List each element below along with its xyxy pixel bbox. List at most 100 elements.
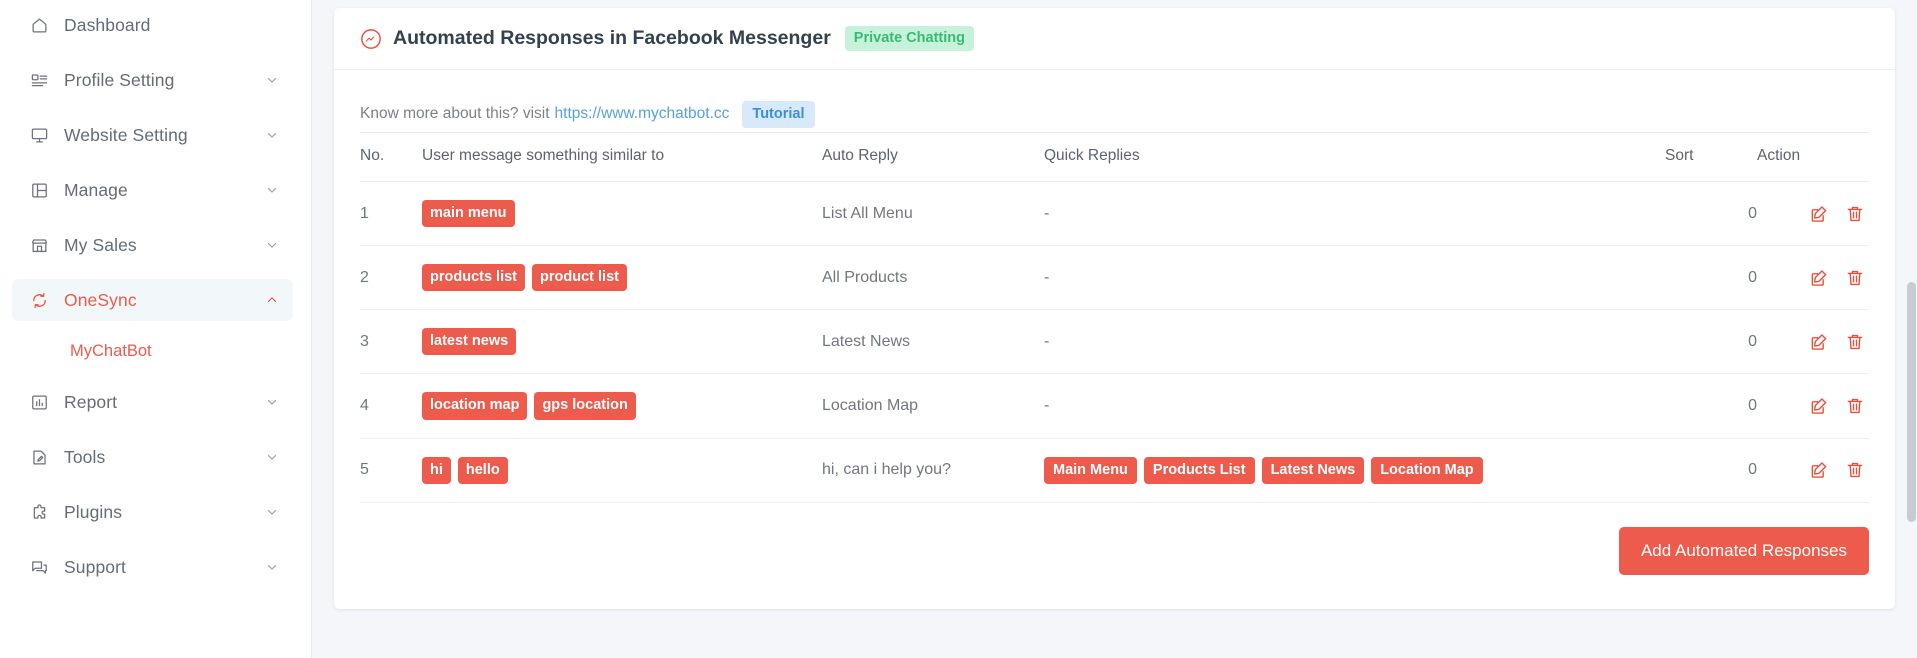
col-header-no: No.: [360, 132, 422, 182]
sidebar-item-label: Tools: [64, 446, 106, 467]
keyword-tag: latest news: [422, 328, 517, 356]
cell-keywords: main menu: [422, 181, 822, 247]
col-header-sort: Sort: [1665, 132, 1757, 182]
cell-keywords: location map gps location: [422, 373, 822, 439]
edit-icon[interactable]: [1809, 268, 1829, 288]
cell-action: [1757, 438, 1869, 503]
cell-quick-replies: -: [1044, 309, 1665, 375]
cell-auto-reply: Latest News: [822, 309, 1044, 375]
keyword-tag: hello: [457, 456, 508, 484]
trash-icon[interactable]: [1845, 332, 1865, 352]
trash-icon[interactable]: [1845, 396, 1865, 416]
sidebar-item-label: Dashboard: [64, 14, 151, 35]
cell-quick-replies: -: [1044, 181, 1665, 247]
chevron-down-icon[interactable]: [265, 560, 279, 574]
chat-icon: [28, 556, 50, 578]
sidebar-item-label: My Sales: [64, 234, 137, 255]
table-row: 1 main menu List All Menu - 0: [360, 181, 1869, 247]
table-wrapper: No. User message something similar to Au…: [334, 132, 1895, 503]
chevron-up-icon[interactable]: [265, 293, 279, 307]
keyword-tag: main menu: [422, 200, 515, 228]
sidebar-item-label: Plugins: [64, 501, 123, 522]
sidebar-item-onesync[interactable]: OneSync: [12, 279, 293, 321]
cell-no: 1: [360, 181, 422, 247]
automated-responses-card: Automated Responses in Facebook Messenge…: [334, 8, 1895, 609]
quick-replies-empty: -: [1044, 332, 1050, 350]
cell-action: [1757, 245, 1869, 311]
trash-icon[interactable]: [1845, 204, 1865, 224]
action-buttons: [1757, 396, 1869, 416]
quick-reply-tag: Main Menu: [1044, 456, 1137, 484]
sidebar-item-tools[interactable]: Tools: [12, 436, 293, 478]
chevron-down-icon[interactable]: [265, 238, 279, 252]
chevron-down-icon[interactable]: [265, 395, 279, 409]
quick-replies-empty: -: [1044, 204, 1050, 222]
tools-icon: [28, 446, 50, 468]
chevron-down-icon[interactable]: [265, 450, 279, 464]
sidebar-item-report[interactable]: Report: [12, 381, 293, 423]
cell-keywords: hi hello: [422, 438, 822, 503]
sidebar-item-plugins[interactable]: Plugins: [12, 491, 293, 533]
info-text: Know more about this? visit: [360, 105, 550, 122]
action-buttons: [1757, 204, 1869, 224]
sync-icon: [28, 289, 50, 311]
sidebar-item-label: Profile Setting: [64, 69, 175, 90]
cell-quick-replies: -: [1044, 373, 1665, 439]
sidebar-item-manage[interactable]: Manage: [12, 169, 293, 211]
col-header-quick-replies: Quick Replies: [1044, 132, 1665, 182]
trash-icon[interactable]: [1845, 460, 1865, 480]
table-row: 4 location map gps location Location Map -0: [360, 373, 1869, 439]
sidebar-item-label: Support: [64, 556, 126, 577]
sort-value: 0: [1748, 204, 1757, 222]
page-scrollbar-track[interactable]: [1906, 0, 1917, 658]
action-buttons: [1757, 460, 1869, 480]
cell-keywords: products list product list: [422, 245, 822, 311]
edit-icon[interactable]: [1809, 460, 1829, 480]
sidebar-item-support[interactable]: Support: [12, 546, 293, 588]
trash-icon[interactable]: [1845, 268, 1865, 288]
cell-sort: 0: [1665, 373, 1757, 439]
edit-icon[interactable]: [1809, 204, 1829, 224]
quick-reply-tag: Location Map: [1371, 456, 1483, 484]
chevron-down-icon[interactable]: [265, 128, 279, 142]
action-buttons: [1757, 332, 1869, 352]
sidebar-item-label: Website Setting: [64, 124, 188, 145]
main-content: Automated Responses in Facebook Messenge…: [312, 0, 1917, 658]
sidebar-item-dashboard[interactable]: Dashboard: [12, 4, 293, 46]
sidebar-subitem-mychatbot[interactable]: MyChatBot: [12, 334, 293, 368]
status-badge: Private Chatting: [844, 26, 974, 51]
card-footer: Add Automated Responses: [334, 503, 1895, 609]
tutorial-badge[interactable]: Tutorial: [742, 100, 815, 128]
sidebar-item-label: Manage: [64, 179, 128, 200]
keyword-tag: products list: [422, 264, 526, 292]
sidebar-item-my-sales[interactable]: My Sales: [12, 224, 293, 266]
sort-value: 0: [1748, 461, 1757, 479]
tutorial-link[interactable]: https://www.mychatbot.cc: [555, 105, 730, 123]
chevron-down-icon[interactable]: [265, 505, 279, 519]
cell-auto-reply: List All Menu: [822, 181, 1044, 247]
edit-icon[interactable]: [1809, 332, 1829, 352]
quick-reply-tag: Latest News: [1261, 456, 1365, 484]
cell-no: 2: [360, 245, 422, 311]
edit-icon[interactable]: [1809, 396, 1829, 416]
sidebar-item-profile-setting[interactable]: Profile Setting: [12, 59, 293, 101]
sidebar-item-website-setting[interactable]: Website Setting: [12, 114, 293, 156]
keyword-tag: location map: [422, 392, 528, 420]
table-row: 5 hi hello hi, can i help you? Main Menu Prod…: [360, 438, 1869, 503]
messenger-icon: [360, 28, 382, 50]
cell-quick-replies: -: [1044, 245, 1665, 311]
chevron-down-icon[interactable]: [265, 183, 279, 197]
page-title: Automated Responses in Facebook Messenge…: [393, 27, 831, 49]
cell-action: [1757, 373, 1869, 439]
sort-value: 0: [1748, 332, 1757, 350]
profile-icon: [28, 69, 50, 91]
cell-auto-reply: hi, can i help you?: [822, 438, 1044, 503]
page-scrollbar-thumb[interactable]: [1907, 282, 1916, 522]
col-header-message: User message something similar to: [422, 132, 822, 182]
sort-value: 0: [1748, 268, 1757, 286]
quick-replies-empty: -: [1044, 396, 1050, 414]
table-body: 1 main menu List All Menu -0 2 products list p…: [360, 181, 1869, 503]
add-automated-responses-button[interactable]: Add Automated Responses: [1618, 526, 1869, 575]
chevron-down-icon[interactable]: [265, 73, 279, 87]
plugin-icon: [28, 501, 50, 523]
